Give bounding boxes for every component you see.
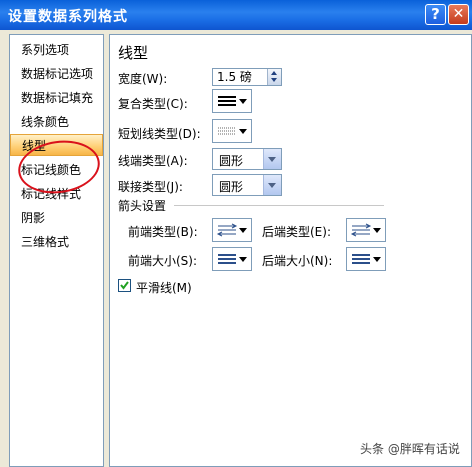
width-spinner[interactable]: 1.5 磅 xyxy=(212,68,282,86)
chevron-down-icon[interactable] xyxy=(263,175,281,195)
help-icon: ? xyxy=(431,5,440,23)
line-style-panel: 线型 宽度(W): 1.5 磅 复合类型(C): 短划线类型(D): 线端类型(… xyxy=(109,34,472,467)
cap-type-value: 圆形 xyxy=(219,154,244,168)
compound-lines-icon xyxy=(218,96,236,106)
arrow-type-icon xyxy=(216,223,238,237)
chevron-down-icon[interactable] xyxy=(263,149,281,169)
width-label: 宽度(W): xyxy=(118,72,168,86)
nav-item-line-color[interactable]: 线条颜色 xyxy=(10,111,103,133)
chevron-down-icon xyxy=(373,228,381,233)
chevron-down-icon xyxy=(373,257,381,262)
close-icon: ✕ xyxy=(452,6,465,22)
spinner-arrows[interactable] xyxy=(267,69,281,85)
begin-size-dropdown[interactable] xyxy=(212,247,252,271)
dash-type-label: 短划线类型(D): xyxy=(118,127,201,141)
dash-type-dropdown[interactable] xyxy=(212,119,252,143)
format-data-series-dialog: 设置数据系列格式 ? ✕ 系列选项 数据标记选项 数据标记填充 线条颜色 线型 … xyxy=(0,0,472,467)
close-button[interactable]: ✕ xyxy=(448,4,469,25)
nav-item-shadow[interactable]: 阴影 xyxy=(10,207,103,229)
arrow-size-icon xyxy=(352,254,370,264)
end-size-label: 后端大小(N): xyxy=(262,254,333,268)
section-title: 线型 xyxy=(118,44,149,62)
nav-item-marker-fill[interactable]: 数据标记填充 xyxy=(10,87,103,109)
arrow-settings-heading: 箭头设置 xyxy=(118,199,167,213)
smooth-line-label[interactable]: 平滑线(M) xyxy=(136,279,192,296)
section-divider xyxy=(174,205,384,206)
end-type-label: 后端类型(E): xyxy=(262,225,331,239)
compound-type-dropdown[interactable] xyxy=(212,89,252,113)
chevron-down-icon xyxy=(239,129,247,134)
nav-item-series-options[interactable]: 系列选项 xyxy=(10,39,103,61)
begin-size-label: 前端大小(S): xyxy=(128,254,198,268)
title-bar[interactable]: 设置数据系列格式 ? ✕ xyxy=(0,0,472,30)
join-type-value: 圆形 xyxy=(219,180,244,194)
help-button[interactable]: ? xyxy=(425,4,446,25)
chevron-down-icon xyxy=(239,228,247,233)
dash-lines-icon xyxy=(218,127,236,135)
cap-type-label: 线端类型(A): xyxy=(118,154,188,168)
smooth-line-checkbox[interactable] xyxy=(118,279,131,292)
window-title: 设置数据系列格式 xyxy=(8,9,128,25)
begin-type-label: 前端类型(B): xyxy=(128,225,198,239)
end-size-dropdown[interactable] xyxy=(346,247,386,271)
spin-down-icon[interactable] xyxy=(271,78,277,82)
chevron-down-icon xyxy=(239,99,247,104)
arrow-size-icon xyxy=(218,254,236,264)
check-icon xyxy=(120,281,129,290)
width-value[interactable]: 1.5 磅 xyxy=(217,70,252,84)
begin-type-dropdown[interactable] xyxy=(212,218,252,242)
nav-item-marker-options[interactable]: 数据标记选项 xyxy=(10,63,103,85)
compound-type-label: 复合类型(C): xyxy=(118,97,188,111)
join-type-combo[interactable]: 圆形 xyxy=(212,174,282,196)
chevron-down-icon xyxy=(239,257,247,262)
watermark: 头条 @胖晖有话说 xyxy=(360,442,460,456)
category-list: 系列选项 数据标记选项 数据标记填充 线条颜色 线型 标记线颜色 标记线样式 阴… xyxy=(9,34,104,467)
end-type-dropdown[interactable] xyxy=(346,218,386,242)
nav-item-3d-format[interactable]: 三维格式 xyxy=(10,231,103,253)
arrow-type-icon xyxy=(350,223,372,237)
join-type-label: 联接类型(J): xyxy=(118,180,183,194)
cap-type-combo[interactable]: 圆形 xyxy=(212,148,282,170)
spin-up-icon[interactable] xyxy=(271,71,277,75)
